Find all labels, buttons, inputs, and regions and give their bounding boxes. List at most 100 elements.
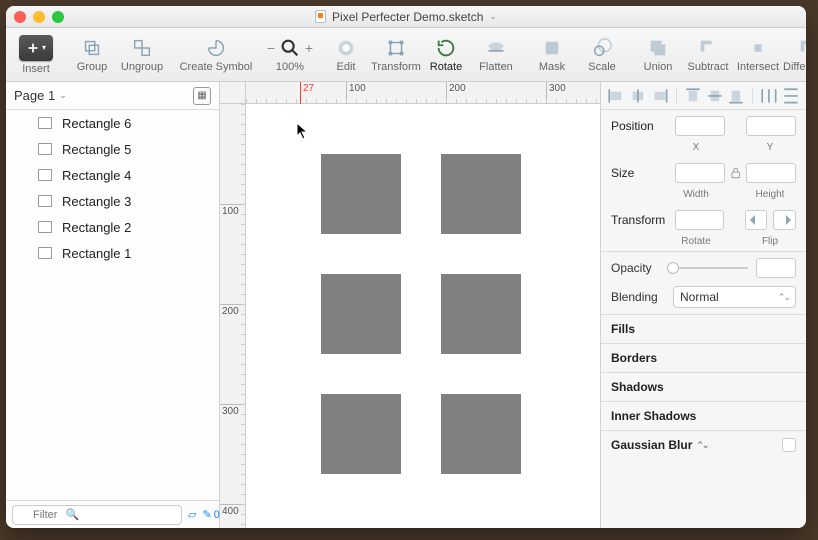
- app-window: Pixel Perfecter Demo.sketch ⌄ ▾ Insert G…: [6, 6, 806, 528]
- ruler-vertical[interactable]: 100 200 300 400: [220, 104, 246, 528]
- opacity-row: Opacity: [601, 251, 806, 284]
- left-panel: Page 1 ⌄ ▦ Rectangle 6 Rectangle 5 Recta…: [6, 82, 220, 528]
- difference-icon: [794, 37, 806, 59]
- transform-button[interactable]: Transform: [374, 37, 418, 73]
- subtract-icon: [694, 37, 722, 59]
- width-field[interactable]: [675, 163, 725, 183]
- filename-label: Pixel Perfecter Demo.sketch: [332, 10, 483, 24]
- ruler-horizontal[interactable]: 27 100 200 300: [246, 82, 600, 104]
- edit-button[interactable]: Edit: [324, 37, 368, 73]
- flip-v-button[interactable]: [773, 210, 796, 230]
- x-field[interactable]: [675, 116, 725, 136]
- rotate-icon: [432, 37, 460, 59]
- pages-icon[interactable]: ▱: [188, 508, 196, 521]
- maximize-button[interactable]: [52, 11, 64, 23]
- size-row: Size: [601, 157, 806, 189]
- layer-item[interactable]: Rectangle 4: [6, 162, 219, 188]
- magnifier-icon: [279, 37, 301, 59]
- cursor-indicator: [300, 82, 301, 104]
- blur-checkbox[interactable]: [782, 438, 796, 452]
- fills-section[interactable]: Fills: [601, 314, 806, 343]
- lock-icon[interactable]: [731, 167, 741, 179]
- cursor-pointer-icon: [296, 122, 310, 140]
- height-field[interactable]: [746, 163, 796, 183]
- left-footer: 🔍 ▱ ✎0: [6, 500, 219, 528]
- align-row: [601, 82, 806, 110]
- zoom-in-button[interactable]: +: [301, 38, 317, 58]
- union-icon: [644, 37, 672, 59]
- flatten-icon: [482, 37, 510, 59]
- layers-count[interactable]: ✎0: [202, 508, 219, 521]
- union-button[interactable]: Union: [636, 37, 680, 73]
- inner-shadows-section[interactable]: Inner Shadows: [601, 401, 806, 430]
- chevron-down-icon[interactable]: ⌄: [489, 11, 497, 22]
- blending-row: Blending Normal ⌃⌄: [601, 284, 806, 314]
- gaussian-blur-section[interactable]: Gaussian Blur ⌃⌄: [601, 430, 806, 459]
- flip-h-button[interactable]: [745, 210, 768, 230]
- group-button[interactable]: Group: [70, 37, 114, 73]
- layer-item[interactable]: Rectangle 1: [6, 240, 219, 266]
- rotate-field[interactable]: [675, 210, 724, 230]
- updown-icon: ⌃⌄: [778, 292, 789, 303]
- rectangle-icon: [38, 247, 52, 259]
- shape-rectangle[interactable]: [321, 394, 401, 474]
- layer-item[interactable]: Rectangle 2: [6, 214, 219, 240]
- align-bottom-button[interactable]: [727, 87, 745, 105]
- page-label: Page 1: [14, 88, 55, 103]
- flatten-button[interactable]: Flatten: [474, 37, 518, 73]
- insert-button[interactable]: ▾ Insert: [14, 35, 58, 75]
- create-symbol-button[interactable]: Create Symbol: [176, 37, 256, 73]
- artboard-icon[interactable]: ▦: [193, 87, 211, 105]
- shape-rectangle[interactable]: [441, 274, 521, 354]
- distribute-h-button[interactable]: [760, 87, 778, 105]
- group-icon: [78, 37, 106, 59]
- shape-rectangle[interactable]: [441, 154, 521, 234]
- toolbar: ▾ Insert Group Ungroup Create Symbol − +…: [6, 28, 806, 82]
- shadows-section[interactable]: Shadows: [601, 372, 806, 401]
- align-right-button[interactable]: [651, 87, 669, 105]
- close-button[interactable]: [14, 11, 26, 23]
- align-top-button[interactable]: [684, 87, 702, 105]
- opacity-slider[interactable]: [667, 261, 748, 275]
- updown-icon: ⌃⌄: [696, 440, 707, 451]
- traffic-lights: [14, 11, 64, 23]
- window-title: Pixel Perfecter Demo.sketch ⌄: [64, 10, 748, 24]
- opacity-field[interactable]: [756, 258, 796, 278]
- shape-rectangle[interactable]: [321, 154, 401, 234]
- page-selector[interactable]: Page 1 ⌄ ▦: [6, 82, 219, 110]
- canvas[interactable]: [246, 104, 600, 528]
- subtract-button[interactable]: Subtract: [686, 37, 730, 73]
- blend-mode-select[interactable]: Normal ⌃⌄: [673, 286, 796, 308]
- intersect-icon: [744, 37, 772, 59]
- intersect-button[interactable]: Intersect: [736, 37, 780, 73]
- filter-input[interactable]: [12, 505, 182, 525]
- mask-button[interactable]: Mask: [530, 37, 574, 73]
- align-vcenter-button[interactable]: [706, 87, 724, 105]
- ungroup-button[interactable]: Ungroup: [120, 37, 164, 73]
- layer-item[interactable]: Rectangle 6: [6, 110, 219, 136]
- shape-rectangle[interactable]: [321, 274, 401, 354]
- rotate-button[interactable]: Rotate: [424, 37, 468, 73]
- canvas-area: 27 100 200 300 100 200 300 400: [220, 82, 600, 528]
- titlebar: Pixel Perfecter Demo.sketch ⌄: [6, 6, 806, 28]
- scale-icon: [588, 37, 616, 59]
- zoom-control[interactable]: − + 100%: [268, 37, 312, 73]
- file-icon: [315, 10, 326, 23]
- position-row: Position: [601, 110, 806, 142]
- layer-item[interactable]: Rectangle 5: [6, 136, 219, 162]
- mask-icon: [538, 37, 566, 59]
- layer-item[interactable]: Rectangle 3: [6, 188, 219, 214]
- zoom-out-button[interactable]: −: [263, 38, 279, 58]
- scale-button[interactable]: Scale: [580, 37, 624, 73]
- y-field[interactable]: [746, 116, 796, 136]
- chevron-down-icon: ⌄: [59, 90, 67, 101]
- rectangle-icon: [38, 117, 52, 129]
- shape-rectangle[interactable]: [441, 394, 521, 474]
- difference-button[interactable]: Difference: [786, 37, 806, 73]
- borders-section[interactable]: Borders: [601, 343, 806, 372]
- align-hcenter-button[interactable]: [629, 87, 647, 105]
- minimize-button[interactable]: [33, 11, 45, 23]
- ruler-corner: [220, 82, 246, 104]
- distribute-v-button[interactable]: [782, 87, 800, 105]
- align-left-button[interactable]: [607, 87, 625, 105]
